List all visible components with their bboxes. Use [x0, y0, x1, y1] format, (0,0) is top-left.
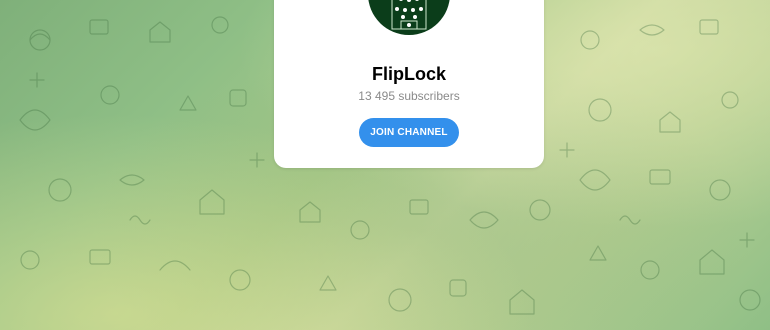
join-channel-button[interactable]: JOIN CHANNEL [359, 118, 459, 147]
channel-avatar [368, 0, 450, 35]
channel-card: FlipLock 13 495 subscribers JOIN CHANNEL [274, 0, 544, 168]
football-pitch-lineup-icon [391, 0, 427, 30]
channel-title: FlipLock [371, 64, 446, 84]
subscriber-count: 13 495 subscribers [358, 89, 460, 103]
